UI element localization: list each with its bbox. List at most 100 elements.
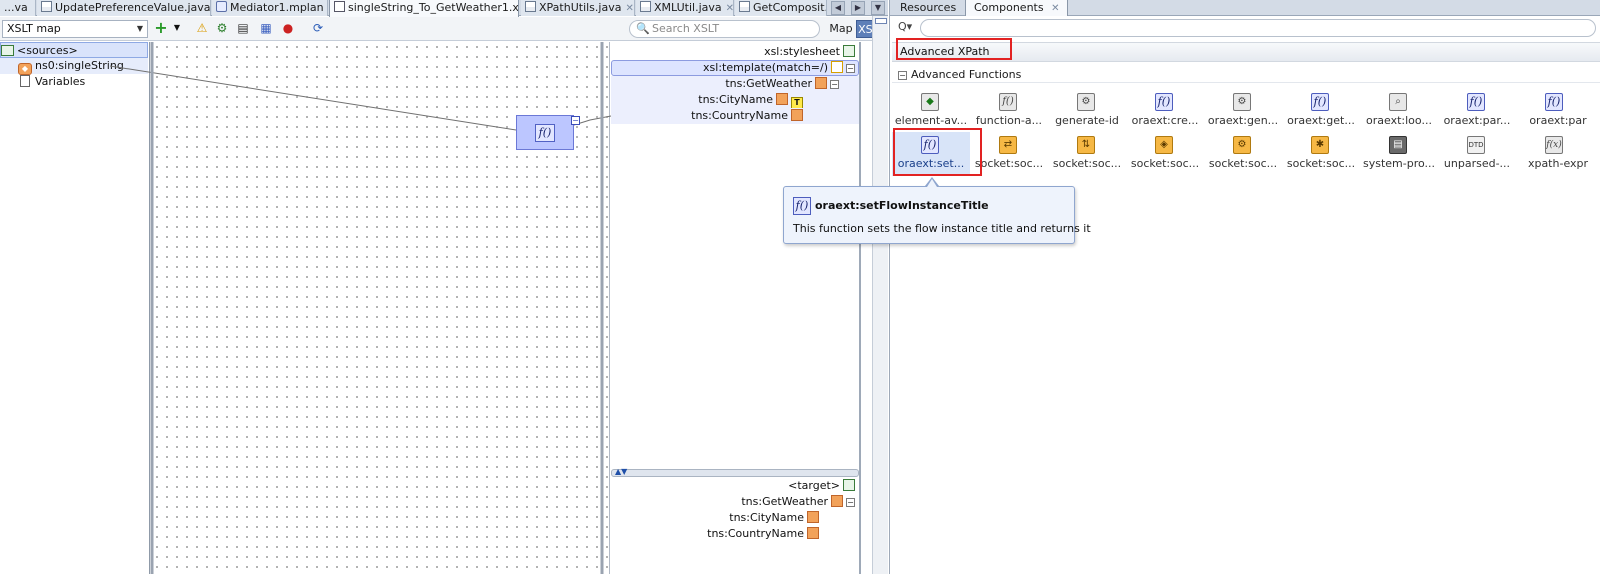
preview-getweather-node[interactable]: tns:GetWeather −: [741, 494, 855, 510]
tooltip-description: This function sets the flow instance tit…: [793, 222, 1091, 235]
generate-id-icon: ⚙: [1077, 93, 1095, 111]
function-label: socket:soc...: [1208, 157, 1278, 170]
function-label: oraext:get...: [1287, 114, 1355, 127]
collapse-icon[interactable]: −: [846, 64, 855, 73]
function-label: function-a...: [975, 114, 1043, 127]
function-oraext-lookup[interactable]: ⌕ oraext:loo...: [1360, 89, 1438, 133]
function-available-icon: f(): [999, 93, 1017, 111]
element-icon: [791, 109, 803, 121]
function-oraext-parse-2[interactable]: f() oraext:par: [1516, 89, 1600, 133]
target-template-label: xsl:template(match=/): [703, 61, 828, 74]
target-stylesheet-node[interactable]: xsl:stylesheet: [764, 44, 855, 60]
preview-root-label: <target>: [788, 479, 840, 492]
components-search: Q▾: [894, 19, 1600, 37]
function-oraext-parse[interactable]: f() oraext:par...: [1438, 89, 1516, 133]
function-label: oraext:par...: [1443, 114, 1511, 127]
preview-cityname-label: tns:CityName: [729, 511, 804, 524]
function-label: oraext:par: [1529, 114, 1587, 127]
element-icon: [807, 527, 819, 539]
source-to-function-line: [109, 65, 517, 131]
function-label: system-pro...: [1362, 157, 1436, 170]
function-socket-2[interactable]: ⇅ socket:soc...: [1048, 132, 1126, 176]
tooltip-arrow-inner: [927, 179, 937, 187]
function-label: oraext:gen...: [1207, 114, 1279, 127]
preview-cityname-node[interactable]: tns:CityName: [729, 510, 819, 526]
element-icon: [831, 495, 843, 507]
collapse-icon[interactable]: −: [830, 80, 839, 89]
expand-collapse-icon[interactable]: ▲▼: [615, 467, 627, 476]
function-generate-id[interactable]: ⚙ generate-id: [1048, 89, 1126, 133]
function-node[interactable]: f() −: [516, 115, 580, 150]
function-label: element-av...: [894, 114, 968, 127]
tab-components-label: Components: [974, 1, 1044, 14]
function-label: socket:soc...: [1052, 157, 1122, 170]
tab-components[interactable]: Components ✕: [965, 0, 1069, 16]
function-xpath-expression[interactable]: f(x) xpath-expr: [1516, 132, 1600, 176]
search-icon[interactable]: Q▾: [898, 20, 912, 33]
target-cityname-label: tns:CityName: [698, 93, 773, 106]
highlight-box-category: [896, 38, 1012, 60]
function-label: socket:soc...: [1286, 157, 1356, 170]
generate-icon: ⚙: [1233, 93, 1251, 111]
components-search-input[interactable]: [920, 19, 1596, 37]
function-icon: f(): [1311, 93, 1329, 111]
target-getweather-label: tns:GetWeather: [725, 77, 812, 90]
function-socket-4[interactable]: ⚙ socket:soc...: [1204, 132, 1282, 176]
socket-icon: ⇄: [999, 136, 1017, 154]
function-label: oraext:loo...: [1366, 114, 1432, 127]
function-icon: f(): [1467, 93, 1485, 111]
function-icon: f(): [1155, 93, 1173, 111]
panel-tabs: Resources Components ✕: [890, 0, 1600, 16]
function-socket-3[interactable]: ◈ socket:soc...: [1126, 132, 1204, 176]
target-countryname-node[interactable]: tns:CountryName: [691, 108, 803, 124]
template-icon: [831, 61, 843, 73]
function-element-available[interactable]: ◆ element-av...: [892, 89, 970, 133]
function-oraext-create[interactable]: f() oraext:cre...: [1126, 89, 1204, 133]
function-function-available[interactable]: f() function-a...: [970, 89, 1048, 133]
target-template-node[interactable]: xsl:template(match=/) −: [703, 60, 855, 76]
section-header[interactable]: − Advanced Functions: [892, 67, 1600, 83]
collapse-icon[interactable]: −: [846, 498, 855, 507]
function-oraext-get[interactable]: f() oraext:get...: [1282, 89, 1360, 133]
collapse-icon[interactable]: −: [898, 71, 907, 80]
lookup-icon: ⌕: [1389, 93, 1407, 111]
socket-icon: ⚙: [1233, 136, 1251, 154]
element-icon: [807, 511, 819, 523]
preview-getweather-label: tns:GetWeather: [741, 495, 828, 508]
vertical-toolbar-strip: [872, 16, 888, 574]
function-icon: f(): [1545, 93, 1563, 111]
target-splitter[interactable]: ▲▼: [611, 467, 859, 477]
dtd-icon: DTD: [1467, 136, 1485, 154]
function-label: xpath-expr: [1527, 157, 1589, 170]
target-cityname-node[interactable]: tns:CityName T: [698, 92, 803, 109]
function-label: generate-id: [1055, 114, 1119, 127]
section-header-label: Advanced Functions: [911, 68, 1022, 81]
tooltip-title: oraext:setFlowInstanceTitle: [815, 199, 989, 212]
close-icon[interactable]: ✕: [1051, 3, 1059, 14]
socket-icon: ⇅: [1077, 136, 1095, 154]
function-tooltip: f() oraext:setFlowInstanceTitle This fun…: [783, 186, 1091, 244]
preview-countryname-node[interactable]: tns:CountryName: [707, 526, 819, 542]
element-icon: [815, 77, 827, 89]
function-oraext-generate[interactable]: ⚙ oraext:gen...: [1204, 89, 1282, 133]
function-icon: f(): [793, 197, 811, 215]
target-stylesheet-label: xsl:stylesheet: [764, 45, 840, 58]
palette-handle-icon[interactable]: [875, 18, 887, 24]
target-countryname-label: tns:CountryName: [691, 109, 788, 122]
target-preview: <target> tns:GetWeather − tns:CityName tn…: [611, 478, 861, 548]
function-socket-5[interactable]: ✱ socket:soc...: [1282, 132, 1360, 176]
system-property-icon: ▤: [1389, 136, 1407, 154]
xpath-expression-icon: f(x): [1545, 136, 1563, 154]
function-label: unparsed-...: [1443, 157, 1511, 170]
function-label: oraext:cre...: [1131, 114, 1199, 127]
element-icon: [776, 93, 788, 105]
function-system-property[interactable]: ▤ system-pro...: [1360, 132, 1438, 176]
target-icon: [843, 479, 855, 491]
target-getweather-node[interactable]: tns:GetWeather −: [725, 76, 839, 92]
function-icon: f(): [535, 124, 555, 142]
preview-countryname-label: tns:CountryName: [707, 527, 804, 540]
preview-root-node[interactable]: <target>: [788, 478, 855, 494]
function-unparsed-entity[interactable]: DTD unparsed-...: [1438, 132, 1516, 176]
tab-resources[interactable]: Resources: [892, 0, 964, 16]
collapse-icon[interactable]: −: [571, 116, 580, 125]
